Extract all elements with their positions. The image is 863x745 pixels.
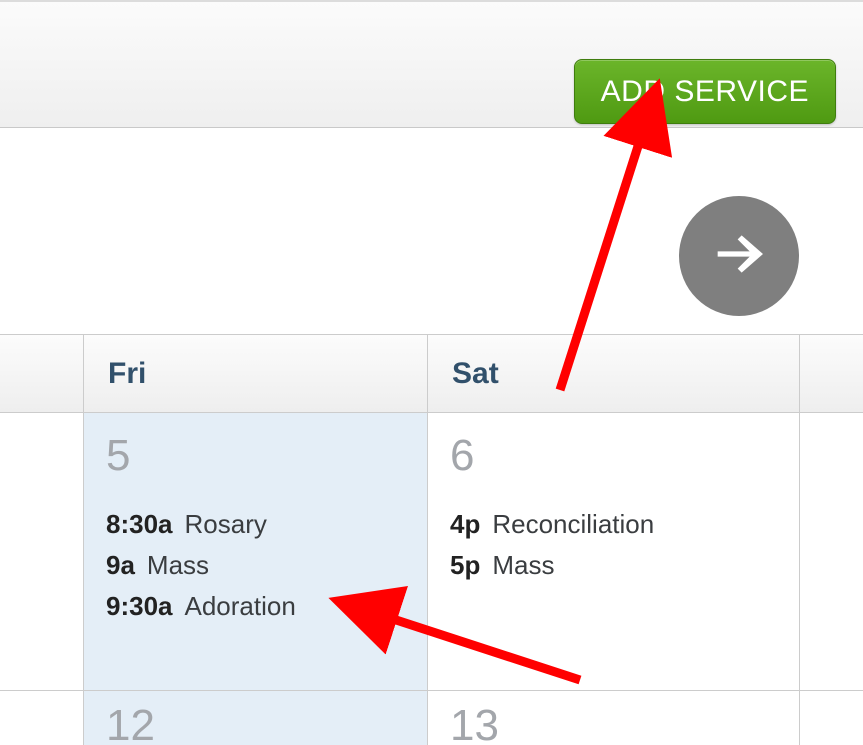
day-number: 5 — [106, 431, 405, 481]
calendar-event[interactable]: 4p Reconciliation — [450, 509, 777, 540]
event-time: 9a — [106, 550, 135, 580]
calendar-header-row: Fri Sat — [0, 335, 863, 413]
event-time: 8:30a — [106, 509, 173, 539]
next-period-button[interactable] — [679, 196, 799, 316]
calendar-week-row: 12 13 — [0, 691, 863, 745]
calendar-week-row: 5 8:30a Rosary 9a Mass 9:30a Adoration 6 4p… — [0, 413, 863, 691]
add-service-button[interactable]: ADD SERVICE — [574, 59, 836, 124]
row-stub — [0, 691, 84, 745]
calendar-cell-saturday-6[interactable]: 6 4p Reconciliation 5p Mass — [428, 413, 799, 690]
day-number: 12 — [106, 701, 405, 745]
calendar-event[interactable]: 5p Mass — [450, 550, 777, 581]
event-name: Adoration — [185, 591, 296, 621]
calendar-cell-friday-12[interactable]: 12 — [84, 691, 428, 745]
events-list: 8:30a Rosary 9a Mass 9:30a Adoration — [106, 509, 405, 622]
calendar-event[interactable]: 8:30a Rosary — [106, 509, 405, 540]
day-number: 13 — [450, 701, 777, 745]
event-time: 5p — [450, 550, 480, 580]
calendar-cell-friday-5[interactable]: 5 8:30a Rosary 9a Mass 9:30a Adoration — [84, 413, 428, 690]
event-name: Rosary — [185, 509, 267, 539]
calendar-event[interactable]: 9:30a Adoration — [106, 591, 405, 622]
column-header-friday: Fri — [84, 335, 428, 412]
row-stub — [0, 413, 84, 690]
events-list: 4p Reconciliation 5p Mass — [450, 509, 777, 581]
header-stub — [0, 335, 84, 412]
calendar-nav-area — [0, 128, 863, 335]
calendar-right-border — [799, 335, 800, 745]
event-name: Mass — [147, 550, 209, 580]
day-number: 6 — [450, 431, 777, 481]
calendar-grid: Fri Sat 5 8:30a Rosary 9a Mass 9:30a Adorat… — [0, 335, 863, 745]
column-header-saturday: Sat — [428, 335, 799, 412]
calendar-event[interactable]: 9a Mass — [106, 550, 405, 581]
event-time: 9:30a — [106, 591, 173, 621]
arrow-right-icon — [707, 222, 771, 291]
event-name: Reconciliation — [492, 509, 654, 539]
calendar-cell-saturday-13[interactable]: 13 — [428, 691, 799, 745]
toolbar: ADD SERVICE — [0, 0, 863, 128]
event-name: Mass — [492, 550, 554, 580]
event-time: 4p — [450, 509, 480, 539]
